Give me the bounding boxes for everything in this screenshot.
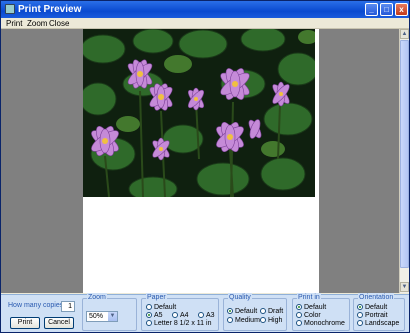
orientation-option-landscape[interactable]: Landscape: [357, 320, 399, 328]
quality-option-medium[interactable]: Medium: [227, 317, 260, 325]
scroll-thumb[interactable]: [400, 40, 409, 268]
menu-close[interactable]: Close: [49, 18, 69, 29]
paper-option-a3[interactable]: A3: [198, 312, 215, 320]
scroll-down-arrow-icon[interactable]: ▼: [400, 282, 409, 292]
paper-option-letter[interactable]: Letter 8 1/2 x 11 in: [146, 320, 211, 328]
zoom-group: Zoom 50% ▼: [82, 293, 137, 331]
paper-group: Paper Default A5 A4 A3 Letter 8 1/2 x 11…: [141, 293, 219, 331]
menu-print[interactable]: Print: [6, 18, 22, 29]
water-lily-photo: [83, 29, 315, 197]
print-in-option-default[interactable]: Default: [296, 304, 326, 312]
scroll-up-arrow-icon[interactable]: ▲: [400, 29, 409, 39]
copies-label: How many copies:: [8, 302, 66, 309]
preview-page: [83, 29, 319, 293]
print-in-group: Print in Default Color Monochrome: [292, 293, 350, 331]
paper-option-a5[interactable]: A5: [146, 312, 163, 320]
menu-zoom[interactable]: Zoom: [27, 18, 47, 29]
quality-option-high[interactable]: High: [260, 317, 282, 325]
maximize-button[interactable]: □: [380, 3, 393, 16]
orientation-label: Orientation: [358, 293, 395, 302]
zoom-label: Zoom: [87, 293, 107, 302]
title-bar: Print Preview _ □ x: [1, 1, 409, 18]
quality-label: Quality: [228, 293, 252, 302]
orientation-group: Orientation Default Portrait Landscape: [353, 293, 405, 331]
print-in-option-monochrome[interactable]: Monochrome: [296, 320, 345, 328]
orientation-option-portrait[interactable]: Portrait: [357, 312, 388, 320]
quality-option-draft[interactable]: Draft: [260, 308, 283, 316]
quality-option-default[interactable]: Default: [227, 308, 257, 316]
chevron-down-icon[interactable]: ▼: [108, 312, 117, 321]
menu-bar: Print Zoom Close: [1, 18, 409, 29]
paper-label: Paper: [146, 293, 167, 302]
print-preview-window: Print Preview _ □ x Print Zoom Close ▲ ▼…: [0, 0, 410, 333]
paper-option-default[interactable]: Default: [146, 304, 176, 312]
copies-field[interactable]: 1: [61, 301, 75, 312]
paper-option-a4[interactable]: A4: [172, 312, 189, 320]
print-button[interactable]: Print: [10, 317, 40, 329]
print-preview-app-icon: [5, 4, 15, 14]
quality-group: Quality Default Draft Medium High: [223, 293, 287, 331]
zoom-value: 50%: [89, 313, 104, 320]
close-button[interactable]: x: [395, 3, 408, 16]
cancel-button[interactable]: Cancel: [44, 317, 74, 329]
preview-area: [1, 29, 399, 293]
zoom-select[interactable]: 50% ▼: [86, 311, 118, 322]
print-options-panel: How many copies: 1 Print Cancel Zoom 50%…: [1, 293, 409, 332]
minimize-button[interactable]: _: [365, 3, 378, 16]
print-in-label: Print in: [297, 293, 321, 302]
vertical-scrollbar[interactable]: ▲ ▼: [399, 29, 409, 293]
window-title: Print Preview: [18, 4, 82, 15]
orientation-option-default[interactable]: Default: [357, 304, 387, 312]
print-in-option-color[interactable]: Color: [296, 312, 321, 320]
